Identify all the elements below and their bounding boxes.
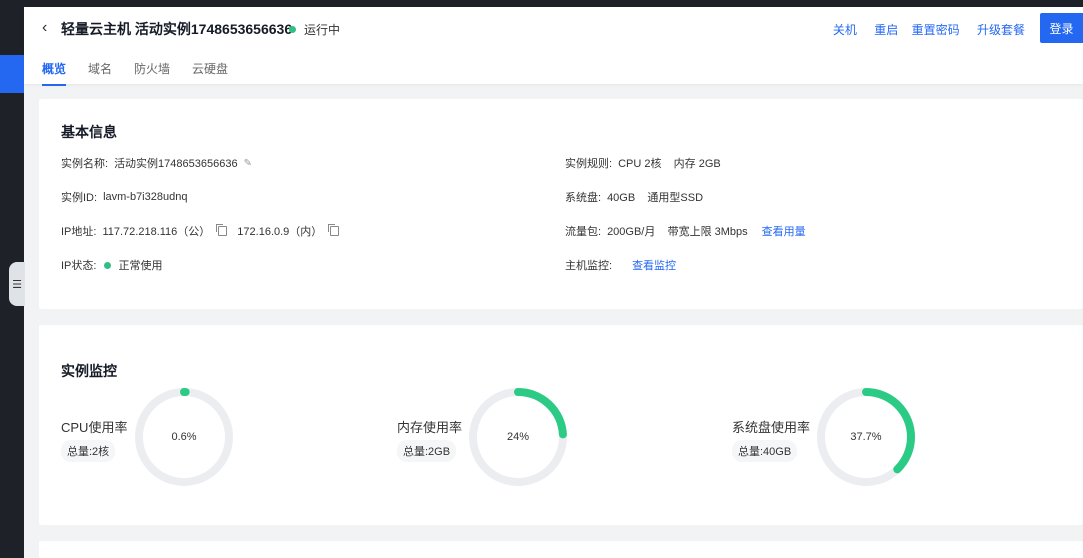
basic-info-card: 基本信息 实例名称: 活动实例1748653656636 ✎ 实例ID: lav… <box>39 99 1083 309</box>
top-strip <box>0 0 1083 7</box>
left-nav-active-item[interactable] <box>0 55 24 93</box>
basic-info-title: 基本信息 <box>61 124 117 140</box>
traffic-package-value: 200GB/月 带宽上限 3Mbps <box>607 226 748 238</box>
copy-icon[interactable] <box>216 224 228 236</box>
edit-icon[interactable]: ✎ <box>244 158 252 169</box>
tab-firewall[interactable]: 防火墙 <box>134 60 170 86</box>
instance-id-field: 实例ID: lavm-b7i328udnq <box>61 189 187 205</box>
instance-monitor-title: 实例监控 <box>61 363 117 379</box>
traffic-package-field: 流量包: 200GB/月 带宽上限 3Mbps 查看用量 <box>565 223 806 239</box>
instance-id-label: 实例ID: <box>61 192 98 204</box>
tab-domain[interactable]: 域名 <box>88 60 112 86</box>
memory-usage-label: 内存使用率 <box>397 420 463 435</box>
disk-usage-value: 37.7% <box>850 431 882 443</box>
disk-usage-gauge: 37.7% <box>817 388 915 486</box>
ip-status-field: IP状态: 正常使用 <box>61 257 162 273</box>
ip-address-label: IP地址: <box>61 226 97 238</box>
status-dot-icon <box>104 261 112 269</box>
tab-bar: 概览 域名 防火墙 云硬盘 <box>42 60 250 86</box>
memory-total-badge: 总量:2GB <box>397 440 457 462</box>
reset-password-button[interactable]: 重置密码 <box>912 23 960 37</box>
tab-overview[interactable]: 概览 <box>42 60 67 86</box>
upgrade-plan-button[interactable]: 升级套餐 <box>977 23 1025 37</box>
status-text: 运行中 <box>304 23 341 37</box>
instance-name-label: 实例名称: <box>61 158 109 170</box>
sidebar-collapse-handle[interactable]: ☰ <box>9 262 25 306</box>
traffic-package-label: 流量包: <box>565 226 602 238</box>
copy-icon[interactable] <box>328 224 340 236</box>
ip-status-label: IP状态: <box>61 260 97 272</box>
restart-button[interactable]: 重启 <box>874 23 898 37</box>
system-disk-label: 系统盘: <box>565 192 602 204</box>
host-monitor-label: 主机监控: <box>565 260 613 272</box>
instance-name-value: 活动实例1748653656636 <box>114 158 238 170</box>
list-icon: ☰ <box>12 278 22 291</box>
system-disk-value: 40GB 通用型SSD <box>607 192 704 204</box>
shutdown-button[interactable]: 关机 <box>833 23 857 37</box>
view-monitor-link[interactable]: 查看监控 <box>632 257 676 273</box>
cpu-total-badge: 总量:2核 <box>61 440 116 462</box>
system-disk-field: 系统盘: 40GB 通用型SSD <box>565 189 703 205</box>
ip-private-value: 172.16.0.9（内） <box>237 226 323 238</box>
cpu-usage-label: CPU使用率 <box>61 420 128 435</box>
back-icon[interactable]: ‹ <box>42 19 47 37</box>
instance-id-value: lavm-b7i328udnq <box>103 191 188 203</box>
view-usage-link[interactable]: 查看用量 <box>762 223 806 239</box>
instance-spec-field: 实例规则: CPU 2核 内存 2GB <box>565 155 721 171</box>
ip-status-value: 正常使用 <box>118 260 163 272</box>
login-button[interactable]: 登录 <box>1040 13 1083 43</box>
ip-address-field: IP地址: 117.72.218.116（公） 172.16.0.9（内） <box>61 223 340 239</box>
instance-spec-value: CPU 2核 内存 2GB <box>618 158 721 170</box>
instance-name-field: 实例名称: 活动实例1748653656636 ✎ <box>61 155 252 171</box>
page-title: 轻量云主机 活动实例1748653656636 <box>61 21 293 37</box>
instance-spec-label: 实例规则: <box>565 158 613 170</box>
tab-cloud-disk[interactable]: 云硬盘 <box>192 60 228 86</box>
host-monitor-field: 主机监控: 查看监控 <box>565 257 676 273</box>
instance-monitor-card: 实例监控 CPU使用率 总量:2核 0.6% 内存使用率 总量:2GB 24% … <box>39 325 1083 525</box>
memory-usage-value: 24% <box>506 431 530 443</box>
next-section-card <box>39 541 1083 558</box>
ip-public-value: 117.72.218.116（公） <box>102 226 211 238</box>
cpu-usage-value: 0.6% <box>171 431 197 443</box>
page-header: ‹ 轻量云主机 活动实例1748653656636 运行中 关机 重启 重置密码… <box>24 7 1083 86</box>
header-actions: 关机 重启 重置密码 升级套餐 <box>823 21 1025 38</box>
disk-total-badge: 总量:40GB <box>732 440 798 462</box>
status-badge: 运行中 <box>289 21 340 38</box>
status-dot-icon <box>289 26 296 33</box>
disk-usage-label: 系统盘使用率 <box>732 420 811 435</box>
cpu-usage-gauge: 0.6% <box>135 388 233 486</box>
memory-usage-gauge: 24% <box>469 388 567 486</box>
